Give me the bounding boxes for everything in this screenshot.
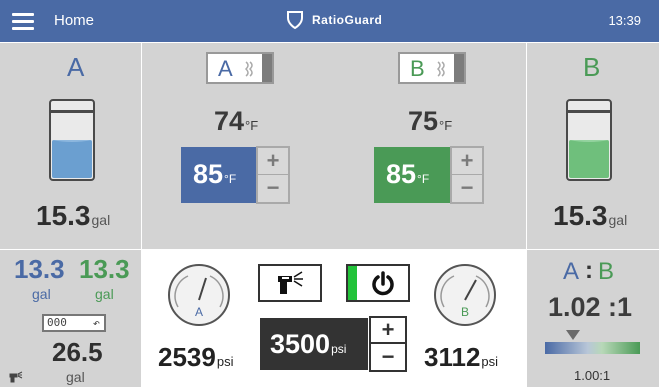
- home-link[interactable]: Home: [54, 12, 94, 29]
- usage-total-value: 26.5: [52, 337, 103, 367]
- heater-a-button[interactable]: A: [206, 52, 274, 84]
- reset-arrow-icon[interactable]: ↶: [93, 316, 100, 330]
- usage-total-unit: gal: [66, 369, 85, 385]
- usage-b-unit: gal: [95, 286, 114, 302]
- power-button[interactable]: [346, 264, 410, 302]
- tank-b-icon: [566, 99, 612, 181]
- heater-b-actual-temp: 75°F: [408, 106, 453, 136]
- svg-text:B: B: [461, 305, 469, 319]
- heater-a-setpoint[interactable]: 85°F: [181, 147, 257, 203]
- heat-icon: [436, 61, 445, 77]
- tank-a-icon: [49, 99, 95, 181]
- spray-gun-icon: [278, 271, 303, 294]
- ratio-indicator-bar: [545, 342, 640, 354]
- brand-name: RatioGuard: [312, 13, 383, 27]
- pressure-a-value: 2539psi: [158, 342, 234, 372]
- ratio-separator: :: [585, 257, 593, 284]
- pressure-increase-button[interactable]: +: [371, 318, 405, 344]
- tank-a-level: 15.3gal: [36, 200, 111, 231]
- heater-b-increase-button[interactable]: +: [452, 148, 482, 175]
- usage-b-value: 13.3: [79, 254, 130, 284]
- ratio-target: 1.00:1: [574, 368, 611, 383]
- heater-b-stepper: + −: [450, 146, 484, 204]
- power-status-indicator: [348, 266, 357, 300]
- heater-a-increase-button[interactable]: +: [258, 148, 288, 175]
- pressure-b-gauge-icon: B: [434, 264, 496, 326]
- heater-a-status-bar: [262, 54, 272, 82]
- pressure-setpoint[interactable]: 3500psi: [260, 318, 368, 370]
- heater-b-decrease-button[interactable]: −: [452, 175, 482, 202]
- heater-a-stepper: + −: [256, 146, 290, 204]
- heat-icon: [244, 61, 253, 77]
- shield-icon: [287, 11, 303, 30]
- hamburger-menu-icon[interactable]: [12, 13, 34, 30]
- heater-b-setpoint[interactable]: 85°F: [374, 147, 450, 203]
- gun-trigger-button[interactable]: [258, 264, 322, 302]
- top-bar: Home RatioGuard 13:39: [0, 0, 659, 42]
- heater-a-actual-temp: 74°F: [214, 106, 259, 136]
- ratio-label-a: A: [563, 258, 580, 285]
- heater-a-decrease-button[interactable]: −: [258, 175, 288, 202]
- spray-gun-icon: [9, 371, 23, 383]
- pressure-stepper: + −: [369, 316, 407, 372]
- tank-b-level: 15.3gal: [553, 200, 628, 231]
- usage-a-unit: gal: [32, 286, 51, 302]
- heater-b-button[interactable]: B: [398, 52, 466, 84]
- material-a-label: A: [67, 52, 85, 82]
- pressure-a-gauge-icon: A: [168, 264, 230, 326]
- clock: 13:39: [608, 13, 641, 28]
- ratio-label-b: B: [598, 258, 615, 285]
- ratio-value: 1.02 :1: [548, 292, 633, 322]
- pressure-b-value: 3112psi: [424, 342, 499, 372]
- ratio-indicator-marker: [566, 330, 580, 340]
- batch-counter[interactable]: 000 ↶: [42, 314, 106, 332]
- power-icon: [372, 271, 394, 296]
- svg-text:A: A: [195, 305, 203, 319]
- usage-a-value: 13.3: [14, 254, 65, 284]
- heater-b-status-bar: [454, 54, 464, 82]
- brand: RatioGuard: [286, 10, 382, 30]
- pressure-decrease-button[interactable]: −: [371, 345, 405, 371]
- material-b-label: B: [583, 52, 601, 82]
